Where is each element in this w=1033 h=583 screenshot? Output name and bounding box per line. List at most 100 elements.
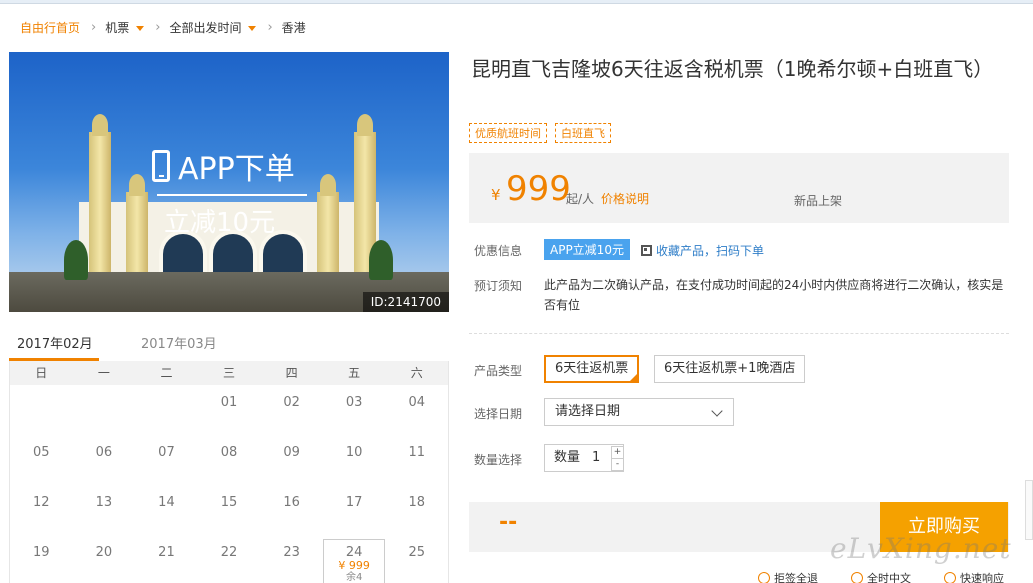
new-product-label: 新品上架: [794, 194, 843, 208]
chevron-right-icon: ›: [267, 19, 273, 35]
booking-notice: 此产品为二次确认产品，在支付成功时间起的24小时内供应商将进行二次确认，核实是否…: [544, 278, 1004, 312]
assurance-item: 全时中文: [851, 570, 911, 583]
chevron-right-icon: ›: [155, 19, 161, 35]
quantity-field-label: 数量: [554, 450, 581, 465]
assurance-text: 全时中文: [867, 572, 911, 583]
breadcrumb-home[interactable]: 自由行首页: [20, 19, 80, 36]
palm-tree: [369, 240, 393, 280]
quantity-label: 数量选择: [474, 453, 523, 467]
calendar-day: 05: [33, 445, 50, 460]
quantity-minus-button[interactable]: -: [611, 458, 624, 471]
weekday-label: 四: [285, 366, 298, 380]
app-offer-badge: APP立减10元: [544, 239, 630, 260]
price-amount: 999: [506, 169, 571, 209]
calendar-day: 04: [408, 395, 426, 410]
calendar-day-available[interactable]: 24 ¥ 999 余4: [322, 539, 386, 583]
product-tag: 优质航班时间: [469, 123, 547, 143]
date-select[interactable]: 请选择日期: [544, 398, 734, 426]
calendar-day-number: 24: [345, 545, 363, 560]
calendar-week: 05 06 07 08 09 10 11: [10, 435, 448, 485]
chevron-right-icon: ›: [91, 19, 97, 35]
date-select-value: 请选择日期: [555, 404, 621, 419]
weekday-label: 二: [160, 366, 173, 380]
side-toolbar-edge: [1025, 480, 1033, 540]
currency-symbol: ¥: [491, 186, 501, 204]
calendar-day: 12: [33, 495, 50, 510]
weekday-label: 三: [223, 366, 236, 380]
calendar-day: 17: [345, 495, 363, 510]
watermark: eLvXing.net: [830, 532, 1012, 565]
price-box: ¥ 999 起/人 价格说明 新品上架: [469, 153, 1009, 223]
calendar-day: 08: [220, 445, 238, 460]
tab-month-feb[interactable]: 2017年02月: [17, 333, 93, 352]
calendar-day: 19: [33, 545, 50, 560]
calendar-day: 03: [345, 395, 363, 410]
qr-order-link[interactable]: 收藏产品，扫码下单: [641, 242, 764, 259]
product-type-option-flight-hotel[interactable]: 6天往返机票+1晚酒店: [654, 355, 806, 383]
top-bar: [0, 0, 1033, 4]
calendar-day: 10: [345, 445, 363, 460]
calendar-day-price: ¥ 999: [338, 559, 370, 572]
calendar-day: 06: [95, 445, 113, 460]
calendar: 日 一 二 三 四 五 六 01 02 03 04 05 06 07 08 09…: [9, 361, 449, 583]
product-type-option-flight[interactable]: 6天往返机票: [544, 355, 640, 383]
calendar-day: 15: [220, 495, 238, 510]
assurance-item: 快速响应: [944, 570, 1004, 583]
calendar-week: 01 02 03 04: [10, 385, 448, 435]
minaret: [89, 114, 111, 282]
breadcrumb-flight[interactable]: 机票: [105, 19, 145, 36]
quantity-stepper: 数量 1 + -: [544, 444, 624, 472]
calendar-day-stock: 余4: [345, 572, 363, 583]
calendar-day: 11: [408, 445, 426, 460]
qr-order-text: 收藏产品，扫码下单: [656, 244, 765, 258]
calendar-day: 20: [95, 545, 113, 560]
phone-icon: [152, 150, 170, 182]
quantity-value[interactable]: 1: [592, 445, 600, 471]
notice-label: 预订须知: [474, 279, 523, 293]
calendar-week: 12 13 14 15 16 17 18: [10, 485, 448, 535]
calendar-week: 19 20 21 22 23 24 ¥ 999 余4 25: [10, 535, 448, 583]
calendar-month-tabs: 2017年02月 2017年03月: [9, 326, 449, 361]
total-price: --: [499, 510, 518, 535]
calendar-weekdays: 日 一 二 三 四 五 六: [10, 361, 448, 385]
product-type-label: 产品类型: [474, 364, 523, 378]
calendar-day: [135, 385, 198, 435]
weekday-label: 五: [348, 366, 361, 380]
calendar-day: 16: [283, 495, 300, 510]
product-id: ID:2141700: [362, 292, 449, 312]
assurance-text: 快速响应: [960, 572, 1004, 583]
calendar-day: 25: [408, 545, 426, 560]
check-icon: [851, 572, 863, 583]
assurance-text: 拒签全退: [774, 572, 818, 583]
date-label: 选择日期: [474, 407, 523, 421]
breadcrumb-departure-time[interactable]: 全部出发时间: [169, 19, 257, 36]
caret-down-icon: [136, 25, 145, 31]
chevron-down-icon: [711, 405, 723, 417]
breadcrumb: 自由行首页 › 机票 › 全部出发时间 › 香港: [20, 17, 306, 37]
check-icon: [758, 572, 770, 583]
assurance-item: 拒签全退: [758, 570, 818, 583]
app-promo-text: APP下单: [178, 152, 295, 187]
tab-month-mar[interactable]: 2017年03月: [141, 333, 217, 352]
price-explanation-link[interactable]: 价格说明: [601, 190, 649, 207]
breadcrumb-destination[interactable]: 香港: [282, 19, 306, 36]
palm-tree: [64, 240, 88, 280]
price-unit: 起/人: [566, 192, 595, 206]
calendar-day: 14: [158, 495, 175, 510]
calendar-day: 13: [95, 495, 113, 510]
offers-label: 优惠信息: [474, 244, 523, 258]
weekday-label: 一: [97, 366, 110, 380]
product-tags: 优质航班时间 白班直飞: [469, 123, 619, 143]
product-hero-image: APP下单 立减10元 ID:2141700: [9, 52, 449, 312]
calendar-day: [73, 385, 136, 435]
product-title: 昆明直飞吉隆坡6天往返含税机票（1晚希尔顿+白班直飞）: [471, 57, 994, 81]
promo-divider: [157, 194, 307, 196]
calendar-day: 07: [158, 445, 175, 460]
minaret: [126, 174, 148, 282]
app-promo-overlay: APP下单 立减10元: [152, 144, 312, 239]
calendar-day: [10, 385, 73, 435]
calendar-day: 22: [220, 545, 238, 560]
weekday-label: 日: [35, 366, 48, 380]
calendar-day: 23: [283, 545, 300, 560]
minaret: [317, 174, 339, 282]
